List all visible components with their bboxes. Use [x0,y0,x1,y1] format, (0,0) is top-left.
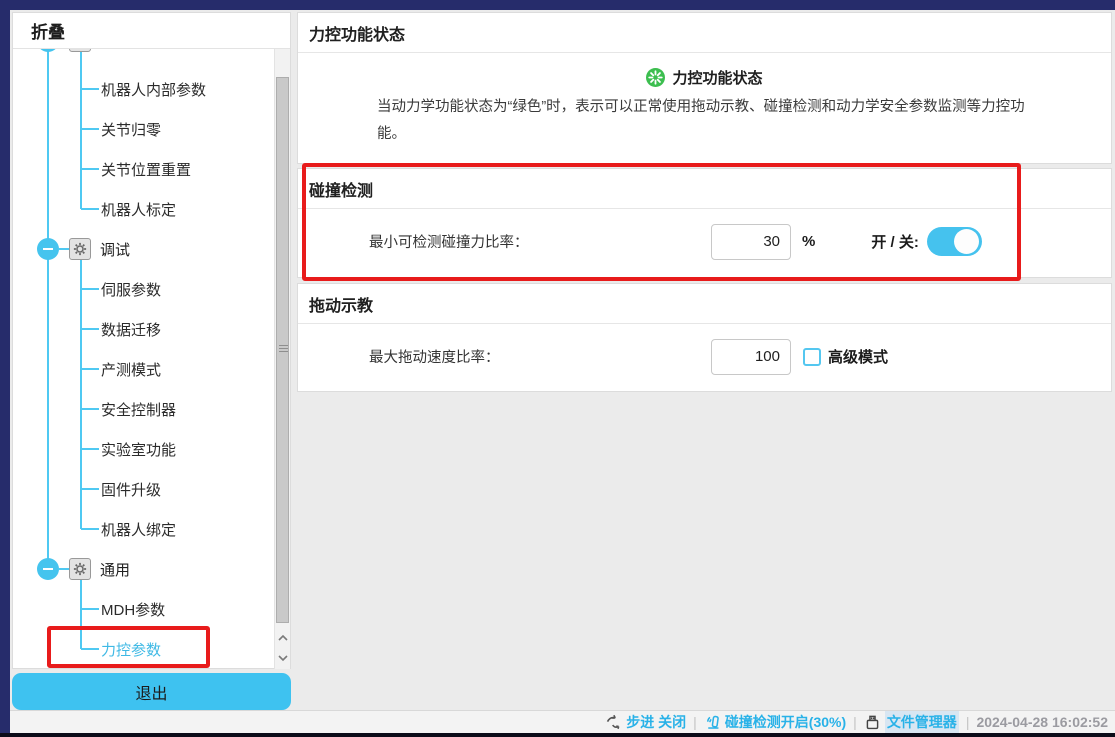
separator: | [853,714,857,730]
clock-timestamp: 2024-04-28 16:02:52 [976,714,1108,730]
settings-tree: 安全 机器人内部参数 关节归零 关节位置重置 机器人标定 调试 伺服参数 数据迁… [13,49,290,669]
step-icon [605,714,622,731]
tree-item-firmware-upgrade[interactable]: 固件升级 [13,469,290,509]
tree-node-debug[interactable]: 调试 [13,229,290,269]
file-manager-icon [864,714,881,731]
exit-button[interactable]: 退出 [12,673,291,710]
percent-unit-label: % [802,233,815,250]
step-status[interactable]: 步进 关闭 [605,712,686,732]
advanced-mode-label: 高级模式 [828,346,888,367]
tree-item-joint-position-reset[interactable]: 关节位置重置 [13,149,290,189]
status-title: 力控功能状态 [672,67,762,88]
drag-speed-label: 最大拖动速度比率： [369,346,711,367]
tree-item-force-control-params[interactable]: 力控参数 [13,629,290,669]
collapse-header[interactable]: 折叠 [13,13,290,49]
separator: | [966,714,970,730]
gear-icon [69,558,91,580]
minus-node-icon[interactable] [37,49,59,52]
tree-node-security-label: 安全 [100,49,130,52]
minus-node-icon[interactable] [37,558,59,580]
status-bar: 步进 关闭 | 碰撞检测开启(30%) | 文件管理器 | 2024-04-28… [10,710,1115,733]
tree-item-safety-controller[interactable]: 安全控制器 [13,389,290,429]
tree-item-lab-features[interactable]: 实验室功能 [13,429,290,469]
tree-group-security: 安全 机器人内部参数 关节归零 关节位置重置 机器人标定 [13,49,290,229]
tree-item-data-migration[interactable]: 数据迁移 [13,309,290,349]
tree-item-robot-binding[interactable]: 机器人绑定 [13,509,290,549]
collision-on-off-toggle[interactable] [927,227,982,256]
advanced-mode-checkbox[interactable] [803,348,821,366]
gear-icon [69,238,91,260]
tree-item-robot-internal-params[interactable]: 机器人内部参数 [13,69,290,109]
chevron-down-icon [277,653,289,663]
tree-node-debug-label: 调试 [100,239,130,260]
scroll-down-button[interactable] [275,648,290,668]
minus-node-icon[interactable] [37,238,59,260]
collision-ratio-input[interactable] [711,224,791,260]
window-frame-left [0,0,10,737]
collision-icon [704,714,721,731]
drag-speed-input[interactable] [711,339,791,375]
page-title: 力控功能状态 [298,13,1111,53]
chevron-up-icon [277,633,289,643]
collision-detection-card: 碰撞检测 最小可检测碰撞力比率： % 开 / 关: [297,168,1112,278]
tree-item-mdh-params[interactable]: MDH参数 [13,589,290,629]
scrollbar-grip [279,345,288,354]
gear-icon [69,49,91,52]
separator: | [693,714,697,730]
tree-node-general-label: 通用 [100,559,130,580]
drag-teaching-card: 拖动示教 最大拖动速度比率： 高级模式 [297,283,1112,392]
status-description: 当动力学功能状态为“绿色”时，表示可以正常使用拖动示教、碰撞检测和动力学安全参数… [377,94,1032,148]
window-frame-top [0,0,1115,10]
tree-item-servo-params[interactable]: 伺服参数 [13,269,290,309]
window-frame-bottom [0,733,1115,737]
scrollbar-thumb[interactable] [276,77,289,623]
collision-section-title: 碰撞检测 [298,169,1111,209]
on-off-label: 开 / 关: [871,231,919,252]
tree-item-robot-calibration[interactable]: 机器人标定 [13,189,290,229]
file-manager-button[interactable]: 文件管理器 [864,711,959,733]
tree-group-debug: 调试 伺服参数 数据迁移 产测模式 安全控制器 实验室功能 固件升级 机器人绑定 [13,229,290,549]
sidebar-panel: 折叠 安全 机器人内部参数 关节归零 关节位置重置 机器人标定 [12,12,291,669]
tree-node-general[interactable]: 通用 [13,549,290,589]
collision-ratio-label: 最小可检测碰撞力比率： [369,231,711,252]
force-control-status-card: 力控功能状态 力控功能状态 当动力学功能状态为“绿色”时，表示可以正常使用拖动示… [297,12,1112,164]
tree-item-production-test-mode[interactable]: 产测模式 [13,349,290,389]
collapse-header-label: 折叠 [31,18,65,43]
tree-group-general: 通用 MDH参数 力控参数 [13,549,290,669]
drag-section-title: 拖动示教 [298,284,1111,324]
scroll-up-button[interactable] [275,628,290,648]
tree-item-joint-zeroing[interactable]: 关节归零 [13,109,290,149]
green-status-icon [646,68,665,87]
collision-status[interactable]: 碰撞检测开启(30%) [704,712,846,732]
tree-node-security[interactable]: 安全 [13,49,290,61]
sidebar-scrollbar[interactable] [274,49,290,669]
toggle-knob [954,229,979,254]
